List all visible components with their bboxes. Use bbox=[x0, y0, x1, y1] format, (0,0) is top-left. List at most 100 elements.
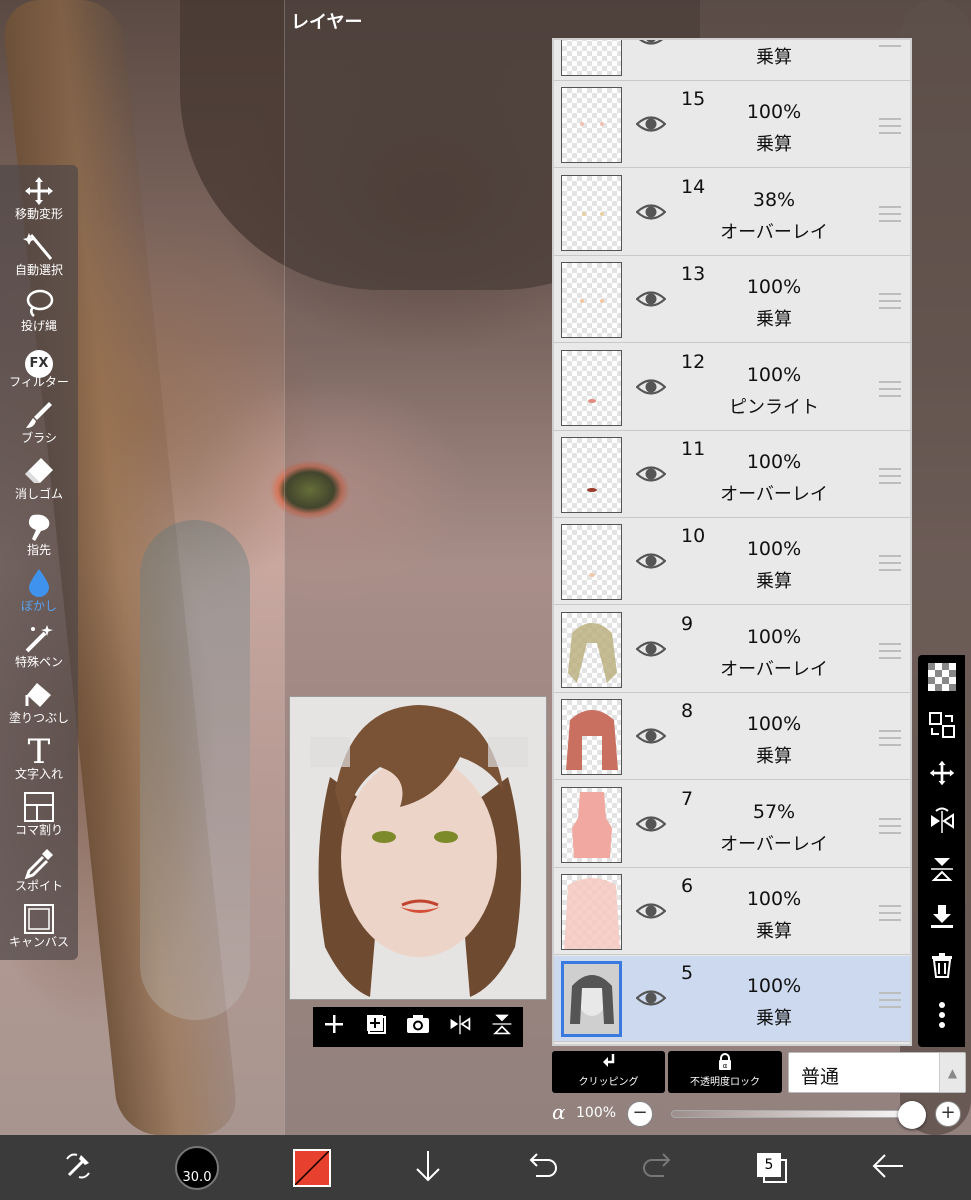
tool-brush[interactable]: ブラシ bbox=[0, 399, 78, 455]
eye-icon[interactable] bbox=[635, 376, 667, 400]
tool-eyedropper[interactable]: スポイト bbox=[0, 847, 78, 903]
layer-row[interactable]: 14 38% オーバーレイ bbox=[554, 169, 910, 256]
color-button[interactable] bbox=[292, 1145, 332, 1191]
eye-icon[interactable] bbox=[635, 550, 667, 574]
drag-handle-icon[interactable] bbox=[879, 380, 901, 397]
add-layer-button[interactable] bbox=[313, 1007, 355, 1047]
fill-bucket-icon bbox=[22, 679, 56, 711]
camera-button[interactable] bbox=[397, 1007, 439, 1047]
layers-icon: 5 bbox=[757, 1153, 787, 1183]
layer-thumbnail[interactable] bbox=[561, 699, 622, 776]
eye-icon[interactable] bbox=[635, 463, 667, 487]
drag-handle-icon[interactable] bbox=[879, 205, 901, 222]
eye-icon[interactable] bbox=[635, 813, 667, 837]
layer-thumbnail[interactable] bbox=[561, 961, 622, 1038]
tool-filter[interactable]: FX フィルター bbox=[0, 343, 78, 399]
eye-icon[interactable] bbox=[636, 40, 666, 50]
tool-finger[interactable]: 指先 bbox=[0, 511, 78, 567]
layer-row[interactable]: 13 100% 乗算 bbox=[554, 257, 910, 344]
eye-icon[interactable] bbox=[635, 987, 667, 1011]
layer-thumbnail[interactable] bbox=[561, 611, 622, 688]
tool-lasso[interactable]: 投げ縄 bbox=[0, 287, 78, 343]
drag-handle-icon[interactable] bbox=[879, 992, 901, 1009]
clipping-button[interactable]: クリッピング bbox=[552, 1051, 665, 1093]
drag-handle-icon[interactable] bbox=[879, 293, 901, 310]
eye-icon[interactable] bbox=[635, 201, 667, 225]
layer-blend-mode: オーバーレイ bbox=[720, 658, 828, 680]
layer-thumbnail[interactable] bbox=[561, 437, 622, 513]
drag-handle-icon[interactable] bbox=[879, 468, 901, 484]
layer-row[interactable]: 11 100% オーバーレイ bbox=[554, 432, 910, 518]
add-layer-copy-button[interactable] bbox=[355, 1007, 397, 1047]
tool-fill[interactable]: 塗りつぶし bbox=[0, 679, 78, 735]
layers-button[interactable]: 5 bbox=[752, 1145, 792, 1191]
layer-thumbnail[interactable] bbox=[561, 87, 622, 164]
tool-auto-select[interactable]: 自動選択 bbox=[0, 231, 78, 287]
tool-move[interactable]: 移動変形 bbox=[0, 175, 78, 231]
eye-icon[interactable] bbox=[635, 725, 667, 749]
brush-size-button[interactable]: 30.0 bbox=[174, 1145, 220, 1191]
opacity-slider-thumb[interactable] bbox=[898, 1101, 926, 1129]
layer-opacity: 57% bbox=[752, 800, 796, 823]
opacity-increase-button[interactable]: + bbox=[935, 1101, 961, 1127]
layer-row[interactable]: 6 100% 乗算 bbox=[554, 869, 910, 955]
eye-icon[interactable] bbox=[635, 638, 667, 662]
layer-row[interactable]: 5 100% 乗算 bbox=[554, 956, 910, 1043]
flip-vertical-button[interactable] bbox=[918, 849, 965, 895]
quick-menu-button[interactable] bbox=[55, 1145, 101, 1191]
eye-icon[interactable] bbox=[635, 900, 667, 924]
layer-thumbnail[interactable] bbox=[561, 786, 622, 863]
layer-blend-mode: 乗算 bbox=[756, 134, 792, 156]
opacity-slider-track[interactable] bbox=[671, 1110, 926, 1118]
swap-layer-button[interactable] bbox=[918, 705, 965, 751]
drag-handle-icon[interactable] bbox=[879, 40, 901, 47]
layer-opacity: 100% bbox=[746, 451, 802, 473]
tool-blur[interactable]: ぼかし bbox=[0, 567, 78, 623]
layer-row[interactable]: 8 100% 乗算 bbox=[554, 694, 910, 781]
drag-handle-icon[interactable] bbox=[879, 555, 901, 572]
eye-icon[interactable] bbox=[635, 288, 667, 312]
tool-canvas[interactable]: キャンバス bbox=[0, 903, 78, 959]
layer-row[interactable]: 12 100% ピンライト bbox=[554, 344, 910, 431]
tool-eraser[interactable]: 消しゴム bbox=[0, 455, 78, 511]
layer-thumbnail[interactable] bbox=[561, 174, 622, 251]
preview-flip-vertical-button[interactable] bbox=[481, 1007, 523, 1047]
layer-row[interactable]: 16100%乗算 bbox=[554, 40, 910, 81]
back-button[interactable] bbox=[868, 1145, 908, 1191]
transparency-button[interactable] bbox=[918, 657, 965, 703]
drag-handle-icon[interactable] bbox=[879, 817, 901, 834]
tool-frame-divider[interactable]: コマ割り bbox=[0, 791, 78, 847]
eye-icon[interactable] bbox=[635, 113, 667, 137]
preview-flip-horizontal-button[interactable] bbox=[439, 1007, 481, 1047]
layer-row[interactable]: 7 57% オーバーレイ bbox=[554, 781, 910, 868]
tool-special-pen[interactable]: 特殊ペン bbox=[0, 623, 78, 679]
layer-thumbnail[interactable] bbox=[561, 524, 622, 601]
opacity-lock-button[interactable]: α 不透明度ロック bbox=[668, 1051, 782, 1093]
layer-thumbnail[interactable] bbox=[561, 262, 622, 339]
blend-mode-select[interactable]: 普通 ▲ bbox=[788, 1052, 966, 1093]
tool-text[interactable]: T 文字入れ bbox=[0, 735, 78, 791]
flip-horizontal-button[interactable] bbox=[918, 801, 965, 847]
layer-list[interactable]: 16100%乗算15100%乗算1438%オーバーレイ13100%乗算12100… bbox=[552, 38, 912, 1046]
drag-handle-icon[interactable] bbox=[879, 642, 901, 659]
undo-button[interactable] bbox=[522, 1145, 562, 1191]
lasso-icon bbox=[22, 287, 56, 319]
layer-thumbnail[interactable] bbox=[561, 874, 622, 950]
drag-handle-icon[interactable] bbox=[879, 730, 901, 747]
layer-thumbnail[interactable] bbox=[561, 349, 622, 426]
tool-label: 移動変形 bbox=[14, 207, 63, 221]
layer-row[interactable]: 15 100% 乗算 bbox=[554, 82, 910, 169]
download-button[interactable] bbox=[408, 1145, 448, 1191]
drag-handle-icon[interactable] bbox=[879, 905, 901, 921]
layer-row[interactable]: 9 100% オーバーレイ bbox=[554, 606, 910, 693]
opacity-decrease-button[interactable]: − bbox=[627, 1101, 653, 1127]
move-layer-button[interactable] bbox=[918, 753, 965, 799]
layer-row[interactable]: 10 100% 乗算 bbox=[554, 519, 910, 606]
redo-button[interactable] bbox=[638, 1145, 678, 1191]
drag-handle-icon[interactable] bbox=[879, 118, 901, 135]
merge-down-button[interactable] bbox=[918, 897, 965, 943]
more-button[interactable] bbox=[918, 995, 965, 1041]
canvas-preview[interactable] bbox=[289, 696, 547, 1000]
delete-layer-button[interactable] bbox=[918, 945, 965, 991]
layer-thumbnail[interactable] bbox=[561, 40, 622, 76]
